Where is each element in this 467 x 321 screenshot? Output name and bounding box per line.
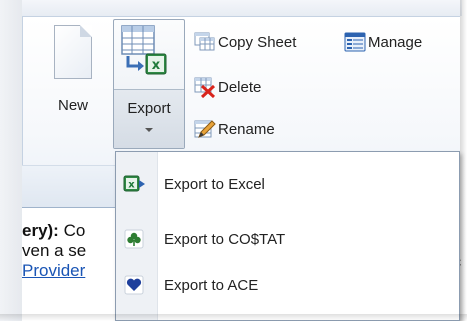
window-frame-top (0, 0, 462, 16)
export-dropdown-menu: x Export to Excel Export to CO$TAT Expor… (115, 151, 460, 321)
provider-link[interactable]: Provider (22, 261, 85, 280)
delete-label: Delete (218, 78, 262, 96)
menu-item-export-to-excel[interactable]: x Export to Excel (116, 164, 459, 204)
export-button-label: Export (127, 100, 171, 117)
page-text-bold: ery): (22, 221, 59, 240)
rename-button[interactable]: Rename (194, 118, 275, 140)
manage-icon (344, 31, 366, 53)
page-text-line-1: ery): Co (22, 221, 85, 241)
delete-icon (194, 76, 216, 99)
clover-icon (123, 229, 147, 249)
new-button-label: New (57, 97, 88, 114)
page-text-rest: Co (58, 221, 86, 240)
copy-sheet-label: Copy Sheet (218, 33, 297, 51)
copy-sheet-icon (194, 31, 216, 53)
menu-item-export-to-ace[interactable]: Export to ACE (116, 265, 459, 305)
new-document-icon (54, 25, 92, 79)
manage-label: Manage (368, 33, 423, 51)
delete-button[interactable]: Delete (194, 76, 262, 99)
menu-item-label: Export to Excel (164, 175, 265, 193)
export-button-icon-area[interactable]: x (114, 20, 184, 89)
svg-text:x: x (152, 58, 161, 73)
excel-export-icon: x (123, 174, 147, 194)
heart-icon (123, 275, 147, 295)
window-frame-left (0, 0, 22, 321)
chevron-down-icon (145, 128, 153, 132)
rename-icon (194, 118, 216, 140)
menu-item-label: Export to CO$TAT (164, 230, 286, 248)
rename-label: Rename (218, 120, 275, 138)
export-sheet-icon: x (121, 25, 167, 75)
menu-item-label: Export to ACE (164, 276, 259, 294)
window-shadow-bottom (0, 314, 467, 321)
copy-sheet-button[interactable]: Copy Sheet (194, 31, 296, 53)
manage-button[interactable]: Manage (344, 31, 422, 53)
window-shadow-right (460, 0, 467, 321)
page-text-line-3: Provider (22, 261, 85, 281)
page-text-line-2: ven a se (22, 241, 87, 260)
export-button[interactable]: x Export (113, 19, 185, 149)
export-dropdown-trigger[interactable]: Export (114, 89, 184, 148)
svg-text:x: x (128, 180, 135, 191)
menu-item-export-to-costat[interactable]: Export to CO$TAT (116, 219, 459, 259)
